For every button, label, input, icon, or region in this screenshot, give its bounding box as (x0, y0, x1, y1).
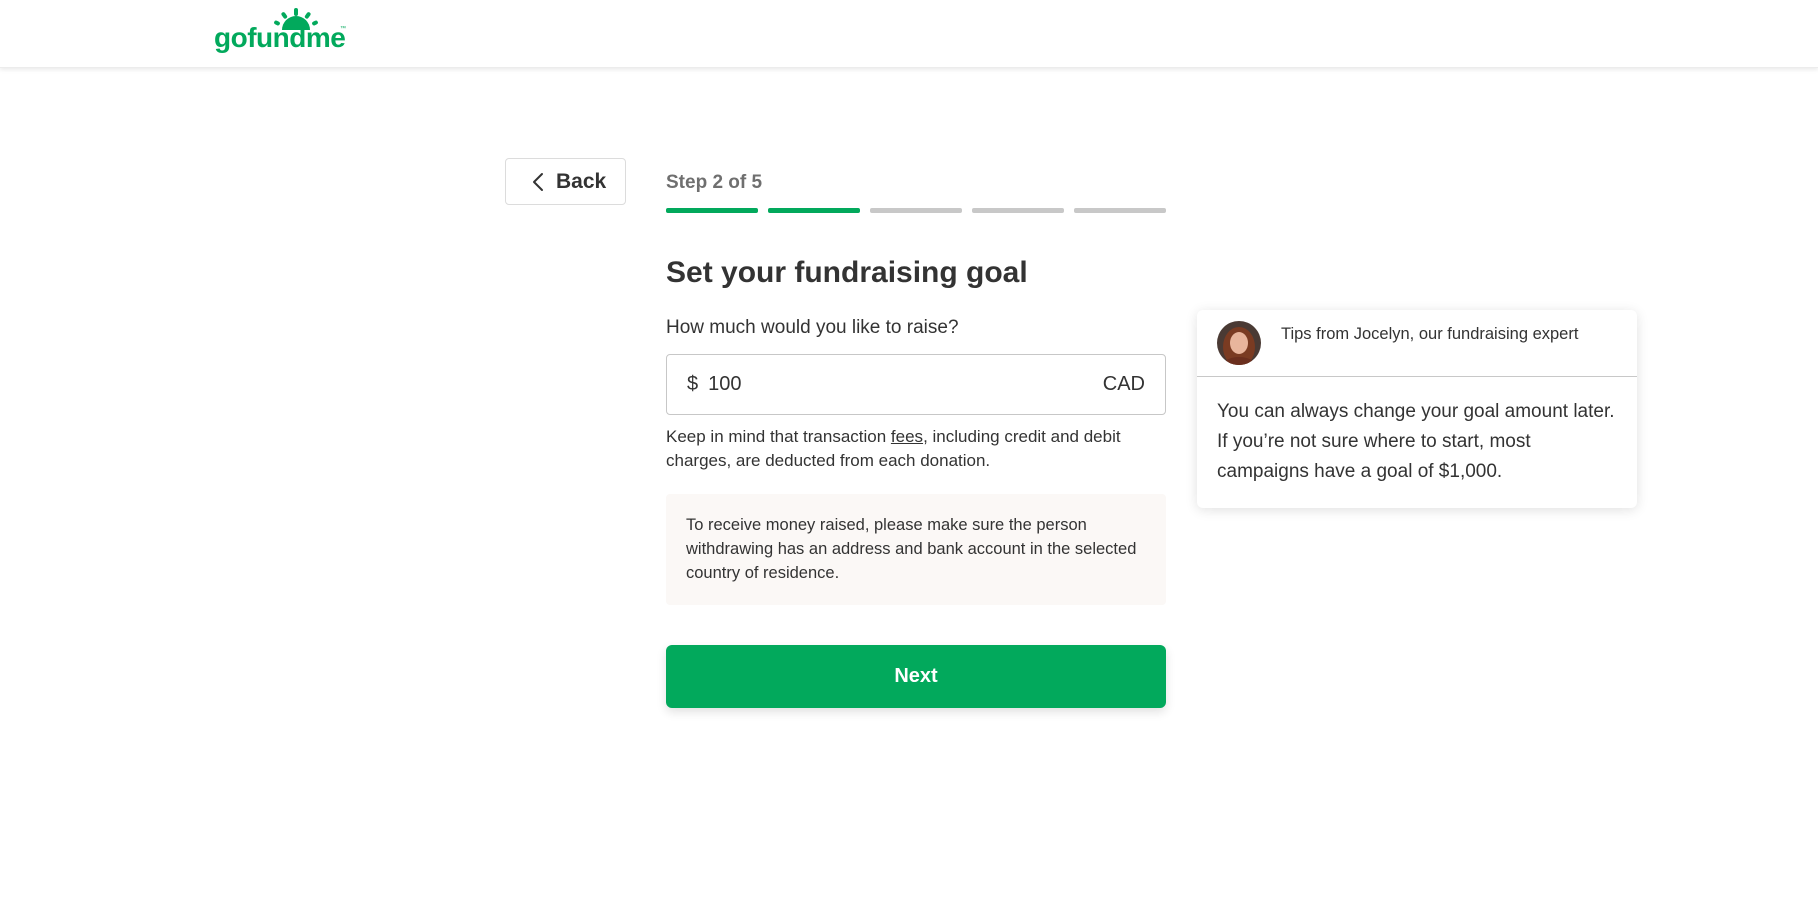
goal-question-label: How much would you like to raise? (666, 317, 959, 338)
trademark-symbol: ™ (340, 26, 346, 32)
avatar (1217, 321, 1261, 365)
fee-note: Keep in mind that transaction fees, incl… (666, 425, 1166, 473)
tips-title: Tips from Jocelyn, our fundraising exper… (1281, 324, 1579, 343)
next-button[interactable]: Next (666, 645, 1166, 708)
back-button[interactable]: Back (505, 158, 626, 205)
progress-segment-4 (972, 208, 1064, 213)
page-title: Set your fundraising goal (666, 256, 1028, 289)
chevron-left-icon (533, 172, 543, 191)
expert-avatar-image (1217, 321, 1261, 365)
goal-amount-field[interactable]: $ CAD (666, 354, 1166, 415)
progress-bar (666, 208, 1166, 213)
tips-header: Tips from Jocelyn, our fundraising exper… (1197, 310, 1637, 377)
progress-segment-5 (1074, 208, 1166, 213)
currency-symbol: $ (687, 373, 699, 395)
withdrawal-notice: To receive money raised, please make sur… (666, 494, 1166, 605)
tips-card: Tips from Jocelyn, our fundraising exper… (1197, 310, 1637, 508)
progress-segment-1 (666, 208, 758, 213)
progress-segment-3 (870, 208, 962, 213)
step-indicator: Step 2 of 5 (666, 172, 763, 193)
currency-code: CAD (1102, 373, 1145, 395)
fees-link[interactable]: fees (891, 427, 923, 446)
progress-segment-2 (768, 208, 860, 213)
goal-amount-input[interactable] (708, 373, 1103, 396)
gofundme-logo[interactable]: gofundme ™ (214, 8, 354, 56)
fee-note-text-start: Keep in mind that transaction (666, 427, 891, 446)
logo-wordmark: gofundme (214, 22, 346, 53)
site-header: gofundme ™ (0, 0, 1818, 68)
back-button-label: Back (556, 169, 607, 193)
tips-body: You can always change your goal amount l… (1217, 401, 1615, 482)
